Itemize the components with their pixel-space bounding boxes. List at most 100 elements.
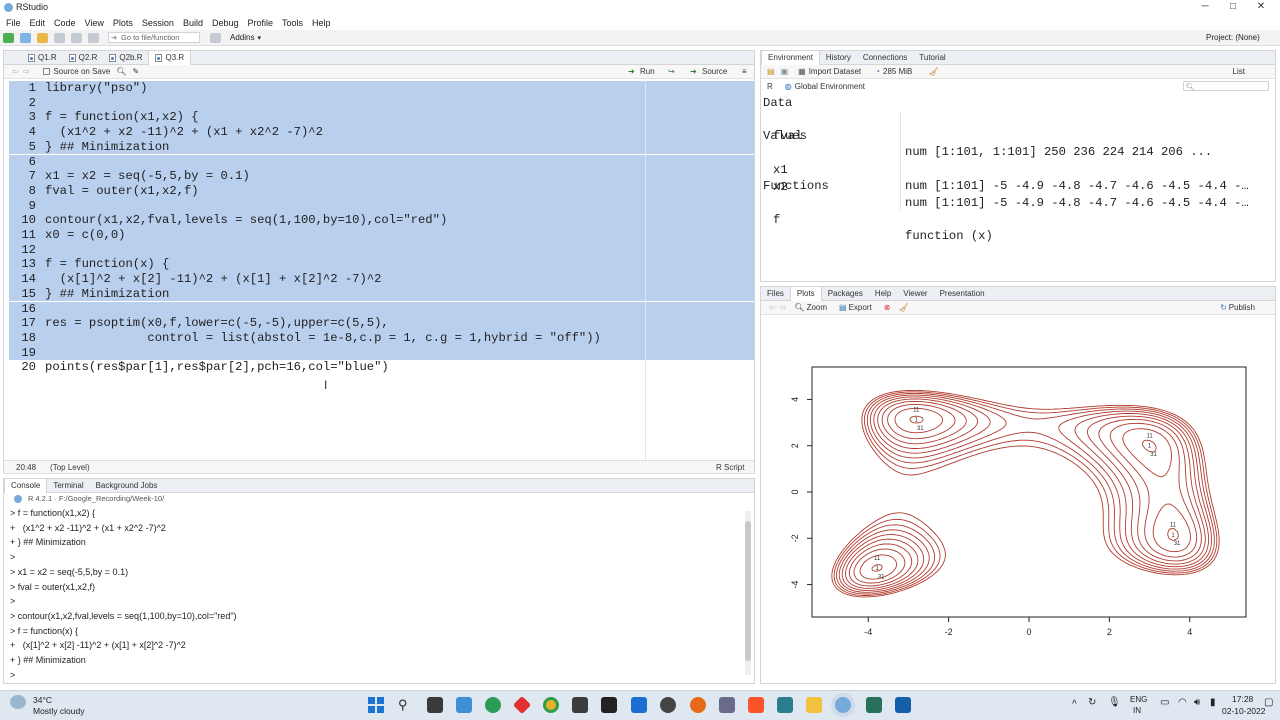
- tab-q2b[interactable]: Q2b.R: [103, 51, 148, 65]
- save-all-icon[interactable]: [71, 32, 82, 43]
- code-line[interactable]: 8 fval = outer(x1,x2,f): [9, 183, 754, 199]
- file-type-selector[interactable]: R Script: [716, 463, 744, 472]
- code-line[interactable]: 4 (x1^2 + x2 -11)^2 + (x1 + x2^2 -7)^2: [9, 125, 754, 140]
- maximize-button[interactable]: □: [1226, 1, 1240, 13]
- snip-tool-icon[interactable]: [719, 697, 735, 713]
- console-output[interactable]: [0, 0, 1, 1]
- brave-icon[interactable]: [748, 697, 764, 713]
- next-plot-icon[interactable]: ⇨: [780, 303, 787, 312]
- back-icon[interactable]: ⇦: [12, 67, 19, 76]
- menu-edit[interactable]: Edit: [30, 18, 46, 28]
- tray-chevron-icon[interactable]: ^: [1072, 699, 1077, 710]
- firefox-icon[interactable]: [690, 697, 706, 713]
- tab-history[interactable]: History: [820, 51, 857, 65]
- start-button[interactable]: [368, 697, 384, 713]
- memory-usage[interactable]: 285 MiB: [883, 67, 912, 76]
- chrome-canary-icon[interactable]: [485, 697, 501, 713]
- env-row-x1[interactable]: x1 num [1:101] -5 -4.9 -4.8 -4.7 -4.6 -4…: [763, 145, 1273, 194]
- env-row-f[interactable]: f function (x): [763, 195, 1273, 244]
- code-line[interactable]: 19: [9, 345, 754, 361]
- wand-icon[interactable]: ✎: [133, 67, 140, 76]
- tab-presentation[interactable]: Presentation: [934, 287, 991, 301]
- source-on-save-checkbox[interactable]: [43, 68, 51, 75]
- tab-q3[interactable]: Q3.R: [148, 50, 192, 65]
- tab-terminal[interactable]: Terminal: [47, 479, 89, 493]
- broom-icon[interactable]: 🧹︎: [898, 303, 908, 312]
- console-scrollbar[interactable]: [745, 511, 751, 675]
- code-line[interactable]: 7 x1 = x2 = seq(-5,5,by = 0.1): [9, 169, 754, 184]
- terminal-icon[interactable]: [572, 697, 588, 713]
- clock-date[interactable]: 02-10-2022: [1222, 706, 1265, 716]
- menu-tools[interactable]: Tools: [282, 18, 303, 28]
- tab-console[interactable]: Console: [4, 478, 48, 493]
- tab-files[interactable]: Files: [761, 287, 790, 301]
- new-project-icon[interactable]: [20, 32, 31, 43]
- code-line[interactable]: 16: [9, 301, 754, 317]
- code-line[interactable]: 1 library("pso"): [9, 81, 754, 96]
- broom-icon[interactable]: 🧹︎: [928, 67, 938, 76]
- tab-packages[interactable]: Packages: [822, 287, 869, 301]
- open-file-icon[interactable]: [37, 32, 48, 43]
- code-line[interactable]: 9: [9, 198, 754, 214]
- code-line[interactable]: 17 res = psoptim(x0,f,lower=c(-5,-5),uppe…: [9, 316, 754, 331]
- notes-icon[interactable]: [631, 697, 647, 713]
- command-prompt-icon[interactable]: [601, 697, 617, 713]
- new-file-icon[interactable]: [3, 32, 14, 43]
- region-code[interactable]: IN: [1133, 706, 1141, 715]
- tab-environment[interactable]: Environment: [761, 50, 820, 65]
- sync-icon[interactable]: ↻: [1088, 697, 1096, 708]
- project-menu[interactable]: Project: (None): [1206, 33, 1260, 42]
- code-line[interactable]: 2: [9, 95, 754, 111]
- menu-code[interactable]: Code: [54, 18, 76, 28]
- tab-connections[interactable]: Connections: [857, 51, 913, 65]
- code-line[interactable]: 14 (x[1]^2 + x[2] -11)^2 + (x[1] + x[2]^…: [9, 272, 754, 287]
- monitor-icon[interactable]: ▭: [1160, 697, 1169, 708]
- scope-selector[interactable]: (Top Level): [50, 463, 90, 472]
- chrome-icon[interactable]: [543, 697, 559, 713]
- rstudio-taskbar-icon[interactable]: [835, 697, 851, 713]
- menu-profile[interactable]: Profile: [248, 18, 274, 28]
- tab-q2[interactable]: Q2.R: [63, 51, 104, 65]
- goto-file-input[interactable]: ➜ Go to file/function: [108, 32, 200, 43]
- menu-help[interactable]: Help: [312, 18, 331, 28]
- language-selector[interactable]: R: [767, 82, 773, 91]
- search-icon[interactable]: ⚲: [398, 697, 408, 713]
- code-editor[interactable]: 1 library("pso") 2 3 f = function(x1,x2) {4 …: [9, 80, 754, 460]
- menu-build[interactable]: Build: [183, 18, 203, 28]
- save-icon[interactable]: [54, 32, 65, 43]
- code-line[interactable]: 10 contour(x1,x2,fval,levels = seq(1,100,…: [9, 213, 754, 228]
- volume-icon[interactable]: 🔊︎: [1194, 697, 1200, 708]
- menu-debug[interactable]: Debug: [212, 18, 239, 28]
- code-line[interactable]: 3 f = function(x1,x2) {: [9, 110, 754, 126]
- code-line[interactable]: 13 f = function(x) {: [9, 257, 754, 273]
- search-icon[interactable]: 🔍︎: [116, 67, 126, 76]
- outline-icon[interactable]: ≡: [742, 67, 747, 76]
- app2-icon[interactable]: [866, 697, 882, 713]
- publish-button[interactable]: Publish: [1229, 303, 1255, 312]
- grid-layout-icon[interactable]: [210, 32, 221, 43]
- list-view-menu[interactable]: List: [1233, 67, 1245, 76]
- minimize-button[interactable]: ─: [1198, 1, 1212, 13]
- file-explorer-icon[interactable]: [806, 697, 822, 713]
- menu-file[interactable]: File: [6, 18, 21, 28]
- remove-plot-icon[interactable]: ⊗: [884, 303, 891, 312]
- mic-icon[interactable]: 🎙︎: [1108, 697, 1121, 708]
- app-icon[interactable]: [777, 697, 793, 713]
- code-line[interactable]: 20 points(res$par[1],res$par[2],pch=16,co…: [9, 360, 754, 375]
- load-workspace-icon[interactable]: ▤: [767, 67, 775, 76]
- code-line[interactable]: 12: [9, 242, 754, 258]
- run-button[interactable]: Run: [640, 67, 655, 76]
- tab-q1[interactable]: Q1.R: [22, 51, 63, 65]
- notifications-icon[interactable]: ▢: [1264, 697, 1273, 708]
- prev-plot-icon[interactable]: ⇦: [769, 303, 776, 312]
- print-icon[interactable]: [88, 32, 99, 43]
- scope-dropdown[interactable]: Global Environment: [795, 82, 865, 91]
- obs-icon[interactable]: [660, 697, 676, 713]
- zoom-button[interactable]: Zoom: [807, 303, 827, 312]
- battery-icon[interactable]: ▮: [1210, 697, 1216, 708]
- addins-menu[interactable]: Addins: [230, 33, 254, 42]
- export-menu[interactable]: Export: [849, 303, 872, 312]
- environment-search-input[interactable]: 🔍︎: [1183, 81, 1269, 91]
- forward-icon[interactable]: ⇨: [23, 67, 30, 76]
- widgets-icon[interactable]: [456, 697, 472, 713]
